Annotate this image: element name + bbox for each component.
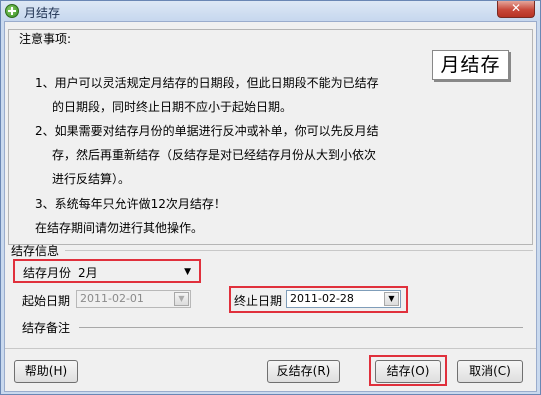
reverse-close-button[interactable]: 反结存(R)	[267, 360, 340, 383]
chevron-down-icon: ▼	[174, 292, 189, 306]
remark-label: 结存备注	[22, 321, 71, 335]
chevron-down-icon[interactable]: ▼	[384, 292, 399, 306]
title-bar: 月结存 ✕	[1, 1, 540, 21]
notes-legend: 注意事项:	[17, 30, 74, 47]
app-icon	[5, 4, 19, 18]
dialog-body: 注意事项: 月结存 1、用户可以灵活规定月结存的日期段，但此日期段不能为已结存 …	[4, 21, 537, 392]
window-title: 月结存	[24, 6, 61, 20]
start-date-value: 2011-02-01	[80, 292, 144, 305]
end-date-label: 终止日期	[234, 294, 283, 308]
confirm-close-button[interactable]: 结存(O)	[375, 360, 441, 383]
cancel-button[interactable]: 取消(C)	[457, 360, 523, 383]
month-value: 2月	[78, 266, 98, 280]
close-button[interactable]: ✕	[497, 1, 535, 18]
month-select[interactable]: 2月 ▼	[75, 263, 193, 281]
info-legend: 结存信息	[11, 244, 60, 258]
note-line: 2、如果需要对结存月份的单据进行反冲或补单，你可以先反月结	[35, 124, 379, 138]
info-divider	[65, 250, 533, 251]
note-line: 进行反结算）。	[52, 172, 131, 186]
note-line: 的日期段，同时终止日期不应小于起始日期。	[52, 100, 293, 114]
start-date-picker: 2011-02-01 ▼	[76, 290, 191, 308]
end-date-picker[interactable]: 2011-02-28 ▼	[286, 290, 401, 308]
note-line: 在结存期间请勿进行其他操作。	[35, 221, 204, 235]
note-line: 1、用户可以灵活规定月结存的日期段，但此日期段不能为已结存	[35, 76, 379, 90]
month-end-stamp: 月结存	[432, 50, 509, 80]
end-date-value: 2011-02-28	[290, 292, 354, 305]
month-end-dialog: 月结存 ✕ 注意事项: 月结存 1、用户可以灵活规定月结存的日期段，但此日期段不…	[0, 0, 541, 395]
note-line: 存，然后再重新结存（反结存是对已经结存月份从大到小依次	[52, 148, 377, 162]
notes-panel: 注意事项: 月结存 1、用户可以灵活规定月结存的日期段，但此日期段不能为已结存 …	[8, 29, 533, 245]
start-date-label: 起始日期	[22, 294, 71, 308]
month-label: 结存月份	[23, 266, 72, 280]
remark-input[interactable]	[79, 327, 523, 328]
help-button[interactable]: 帮助(H)	[14, 360, 78, 383]
note-line: 3、系统每年只允许做12次月结存！	[35, 197, 226, 211]
chevron-down-icon[interactable]: ▼	[184, 267, 191, 277]
button-divider	[5, 348, 536, 349]
